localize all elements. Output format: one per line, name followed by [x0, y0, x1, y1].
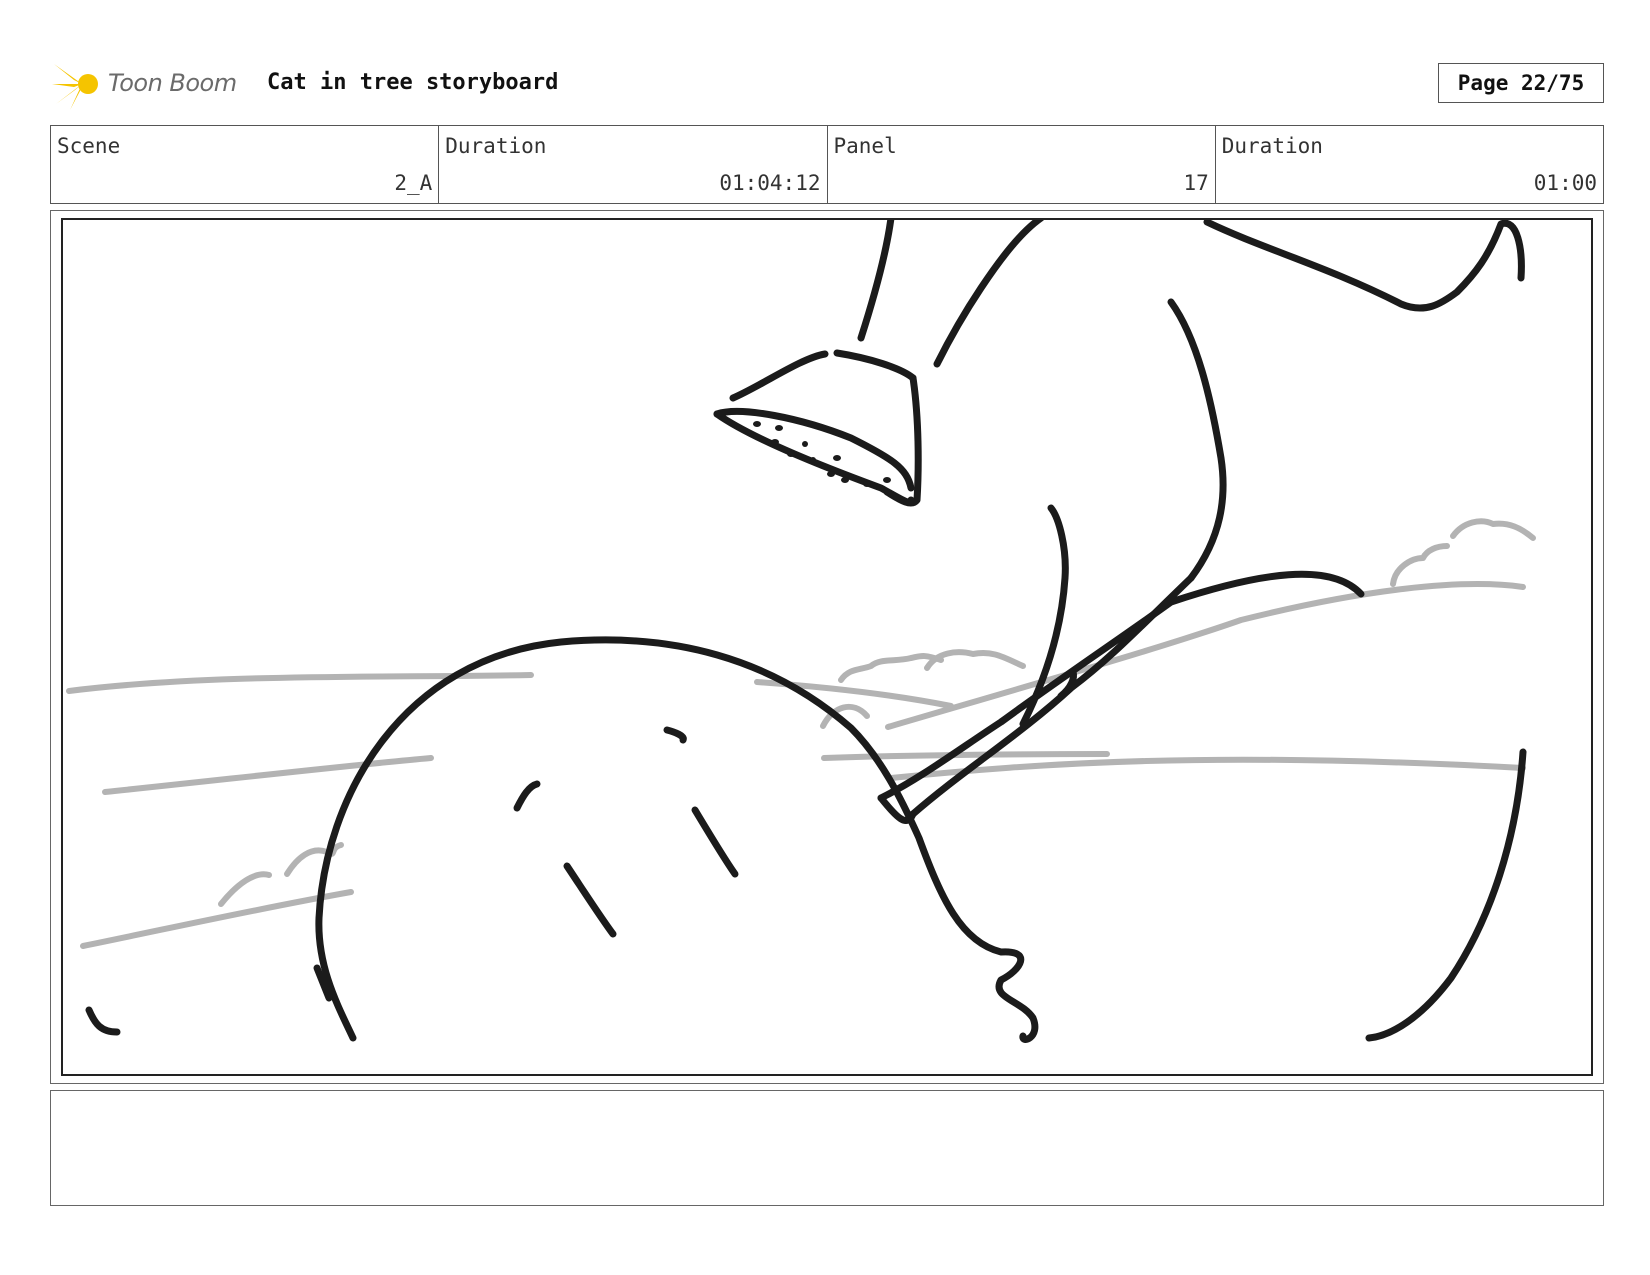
panel-duration-label: Duration — [1221, 134, 1323, 158]
scene-duration-cell: Duration 01:04:12 — [438, 126, 826, 203]
landscape-background — [66, 518, 1536, 949]
page-indicator: Page 22/75 — [1438, 63, 1604, 103]
scene-duration-label: Duration — [445, 134, 547, 158]
character-sketch — [85, 220, 1527, 1043]
storyboard-sketch — [66, 220, 1536, 1043]
panel-notes-area — [50, 1090, 1604, 1206]
scene-info-row: Scene 2_A Duration 01:04:12 Panel 17 Dur… — [50, 125, 1604, 204]
panel-label: Panel — [833, 134, 897, 158]
panel-cell: Panel 17 — [826, 126, 1215, 203]
panel-value: 17 — [1183, 171, 1209, 195]
toon-boom-logo: Toon Boom — [52, 56, 252, 112]
document-title: Cat in tree storyboard — [267, 70, 559, 95]
scene-value: 2_A — [394, 171, 433, 195]
scene-duration-value: 01:04:12 — [719, 171, 821, 195]
starburst-icon — [52, 60, 98, 110]
panel-drawing — [61, 218, 1593, 1076]
logo-text: Toon Boom — [108, 69, 237, 97]
scene-cell: Scene 2_A — [51, 126, 438, 203]
scene-label: Scene — [57, 134, 121, 158]
panel-duration-cell: Duration 01:00 — [1214, 126, 1603, 203]
panel-duration-value: 01:00 — [1533, 171, 1597, 195]
